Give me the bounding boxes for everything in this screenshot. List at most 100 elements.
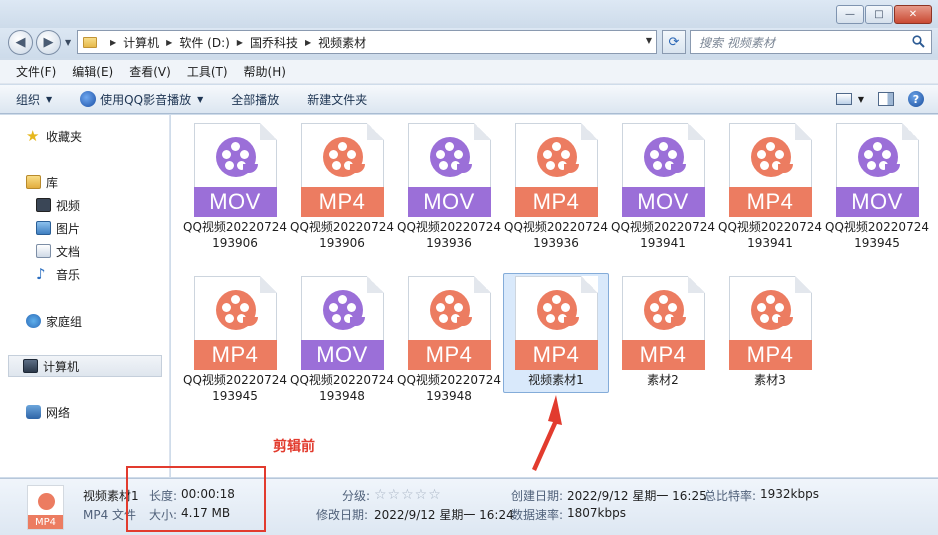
file-item[interactable]: MP4 QQ视频20220724193945	[182, 276, 288, 404]
film-reel-icon	[750, 290, 793, 330]
menu-view[interactable]: 查看(V)	[121, 63, 179, 80]
nav-favorites[interactable]: ★ 收藏夹	[26, 127, 82, 145]
page-fold	[794, 276, 812, 293]
forward-button[interactable]: ▶	[36, 30, 61, 55]
page-fold	[580, 123, 598, 140]
nav-computer-label: 计算机	[43, 359, 80, 374]
change-view-button[interactable]: ▼	[835, 93, 864, 105]
file-name: QQ视频20220724193945	[825, 220, 929, 250]
file-item[interactable]: MP4 素材2	[610, 276, 716, 388]
organize-button[interactable]: 组织 ▼	[16, 91, 52, 108]
file-item[interactable]: MP4 视频素材1	[503, 273, 609, 393]
file-item[interactable]: MOV QQ视频20220724193948	[289, 276, 395, 404]
recent-pages-dropdown[interactable]: ▼	[65, 38, 71, 47]
navigation-pane: ★ 收藏夹 库 视频 图片 文档 ♪ 音乐 家庭组 计算机 网络	[0, 115, 170, 477]
rating-stars[interactable]: ☆☆☆☆☆	[374, 487, 442, 503]
nav-videos[interactable]: 视频	[36, 196, 80, 214]
nav-documents-label: 文档	[56, 244, 81, 259]
nav-music[interactable]: ♪ 音乐	[36, 265, 80, 283]
address-bar[interactable]: ▶ 计算机 ▶ 软件 (D:) ▶ 国乔科技 ▶ 视频素材 ▼	[77, 30, 657, 54]
new-folder-label: 新建文件夹	[307, 92, 368, 107]
file-ext-badge: MOV	[300, 340, 384, 370]
address-dropdown-icon[interactable]: ▼	[646, 36, 652, 45]
search-input[interactable]: 搜索 视频素材	[690, 30, 932, 54]
file-ext-badge: MP4	[728, 187, 812, 217]
menu-file[interactable]: 文件(F)	[8, 63, 64, 80]
title-bar: — □ ✕	[0, 0, 938, 28]
play-all-button[interactable]: 全部播放	[231, 91, 279, 108]
star-icon: ★	[26, 127, 40, 145]
document-icon	[36, 244, 51, 258]
music-note-icon: ♪	[36, 265, 46, 283]
nav-favorites-label: 收藏夹	[46, 129, 83, 144]
menu-help[interactable]: 帮助(H)	[236, 63, 294, 80]
film-reel-icon	[215, 137, 258, 177]
file-name: QQ视频20220724193941	[718, 220, 822, 250]
film-reel-icon	[643, 137, 686, 177]
nav-pictures[interactable]: 图片	[36, 219, 80, 237]
nav-homegroup-label: 家庭组	[46, 314, 83, 329]
play-with-qq-button[interactable]: 使用QQ影音播放 ▼	[80, 91, 203, 108]
refresh-icon: ⟳	[668, 34, 680, 50]
video-icon	[36, 198, 51, 212]
navigation-row: ◀ ▶ ▼ ▶ 计算机 ▶ 软件 (D:) ▶ 国乔科技 ▶ 视频素材 ▼ ⟳ …	[0, 28, 938, 58]
menu-edit[interactable]: 编辑(E)	[64, 63, 121, 80]
page-fold	[687, 123, 705, 140]
chevron-right-icon[interactable]: ▶	[305, 38, 311, 47]
refresh-button[interactable]: ⟳	[662, 30, 686, 54]
maximize-button[interactable]: □	[865, 5, 893, 24]
file-item[interactable]: MOV QQ视频20220724193906	[182, 123, 288, 251]
nav-libraries-label: 库	[46, 175, 59, 190]
file-item[interactable]: MOV QQ视频20220724193945	[824, 123, 930, 251]
breadcrumb-drive[interactable]: 软件 (D:)	[179, 34, 229, 51]
nav-homegroup[interactable]: 家庭组	[26, 312, 82, 330]
picture-icon	[36, 221, 51, 235]
file-item[interactable]: MP4 QQ视频20220724193948	[396, 276, 502, 404]
page-fold	[259, 276, 277, 293]
command-bar: 组织 ▼ 使用QQ影音播放 ▼ 全部播放 新建文件夹 ▼ ?	[0, 85, 938, 114]
chevron-right-icon[interactable]: ▶	[237, 38, 243, 47]
breadcrumb-computer[interactable]: 计算机	[123, 34, 159, 51]
nav-computer[interactable]: 计算机	[8, 355, 162, 377]
close-button[interactable]: ✕	[894, 5, 932, 24]
minimize-button[interactable]: —	[836, 5, 864, 24]
page-fold	[901, 123, 919, 140]
nav-documents[interactable]: 文档	[36, 242, 80, 260]
video-file-icon: MP4	[300, 123, 384, 217]
film-reel-icon	[750, 137, 793, 177]
breadcrumb-current[interactable]: 视频素材	[318, 34, 366, 51]
film-reel-icon	[322, 290, 365, 330]
page-fold	[580, 276, 598, 293]
nav-libraries[interactable]: 库	[26, 173, 58, 191]
new-folder-button[interactable]: 新建文件夹	[307, 91, 367, 108]
film-reel-icon	[429, 137, 472, 177]
file-item[interactable]: MP4 QQ视频20220724193941	[717, 123, 823, 251]
detail-created-label: 创建日期:	[511, 489, 564, 503]
film-reel-icon	[857, 137, 900, 177]
file-item[interactable]: MP4 QQ视频20220724193906	[289, 123, 395, 251]
video-file-icon: MOV	[193, 123, 277, 217]
video-reel-icon	[38, 493, 55, 510]
file-item[interactable]: MOV QQ视频20220724193936	[396, 123, 502, 251]
menu-tools[interactable]: 工具(T)	[179, 63, 236, 80]
breadcrumb-company[interactable]: 国乔科技	[250, 34, 298, 51]
arrow-left-icon: ◀	[15, 35, 26, 50]
file-item[interactable]: MOV QQ视频20220724193941	[610, 123, 716, 251]
file-item[interactable]: MP4 素材3	[717, 276, 823, 388]
file-ext-badge: MP4	[407, 340, 491, 370]
back-button[interactable]: ◀	[8, 30, 33, 55]
detail-rating-label: 分级:	[342, 489, 371, 503]
video-file-icon: MOV	[407, 123, 491, 217]
nav-network[interactable]: 网络	[26, 403, 70, 421]
preview-pane-icon[interactable]	[878, 92, 894, 106]
file-ext-badge: MP4	[621, 340, 705, 370]
arrow-right-icon: ▶	[43, 35, 54, 50]
chevron-right-icon[interactable]: ▶	[166, 38, 172, 47]
annotation-highlight-box	[126, 466, 266, 532]
file-item[interactable]: MP4 QQ视频20220724193936	[503, 123, 609, 251]
film-reel-icon	[322, 137, 365, 177]
file-ext-badge: MP4	[514, 340, 598, 370]
help-icon[interactable]: ?	[908, 91, 924, 107]
search-icon[interactable]	[912, 35, 925, 48]
file-ext-badge: MOV	[407, 187, 491, 217]
